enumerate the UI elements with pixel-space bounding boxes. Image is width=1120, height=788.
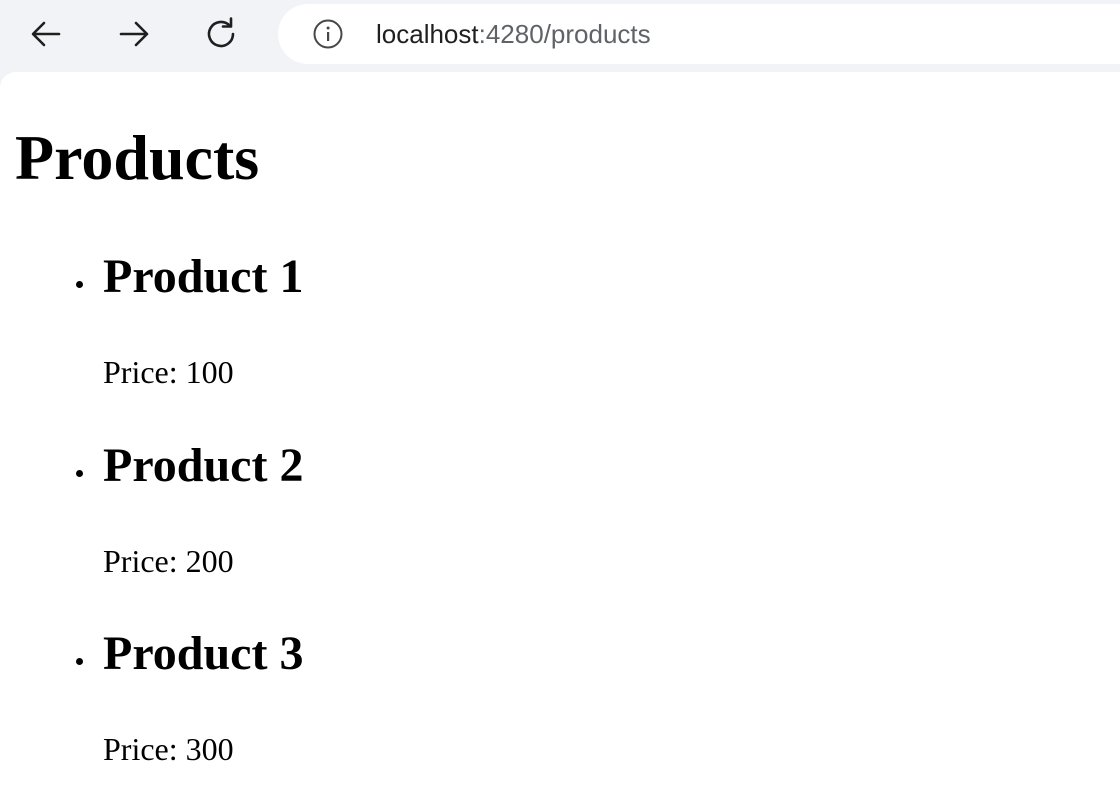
arrow-right-icon — [119, 21, 149, 47]
forward-button[interactable] — [112, 12, 156, 56]
url-text[interactable]: localhost:4280/products — [376, 4, 651, 64]
page-viewport: Products Product 1 Price: 100 Product 2 … — [0, 72, 1120, 788]
product-name: Product 1 — [103, 250, 304, 303]
product-price: Price: 100 — [103, 354, 234, 390]
url-path: :4280/products — [478, 19, 651, 49]
product-name: Product 3 — [103, 627, 304, 680]
product-price: Price: 200 — [103, 543, 234, 579]
bullet — [76, 658, 83, 665]
page-title: Products — [15, 122, 260, 193]
address-bar[interactable]: localhost:4280/products — [278, 4, 1120, 64]
back-button[interactable] — [24, 12, 68, 56]
browser-toolbar: localhost:4280/products — [0, 0, 1120, 72]
reload-button[interactable] — [200, 12, 244, 56]
url-host: localhost — [376, 19, 479, 49]
bullet — [76, 281, 83, 288]
bullet — [76, 470, 83, 477]
product-name: Product 2 — [103, 439, 304, 492]
info-icon[interactable] — [312, 18, 344, 50]
product-price: Price: 300 — [103, 731, 234, 767]
arrow-left-icon — [31, 21, 61, 47]
reload-icon — [207, 17, 235, 48]
